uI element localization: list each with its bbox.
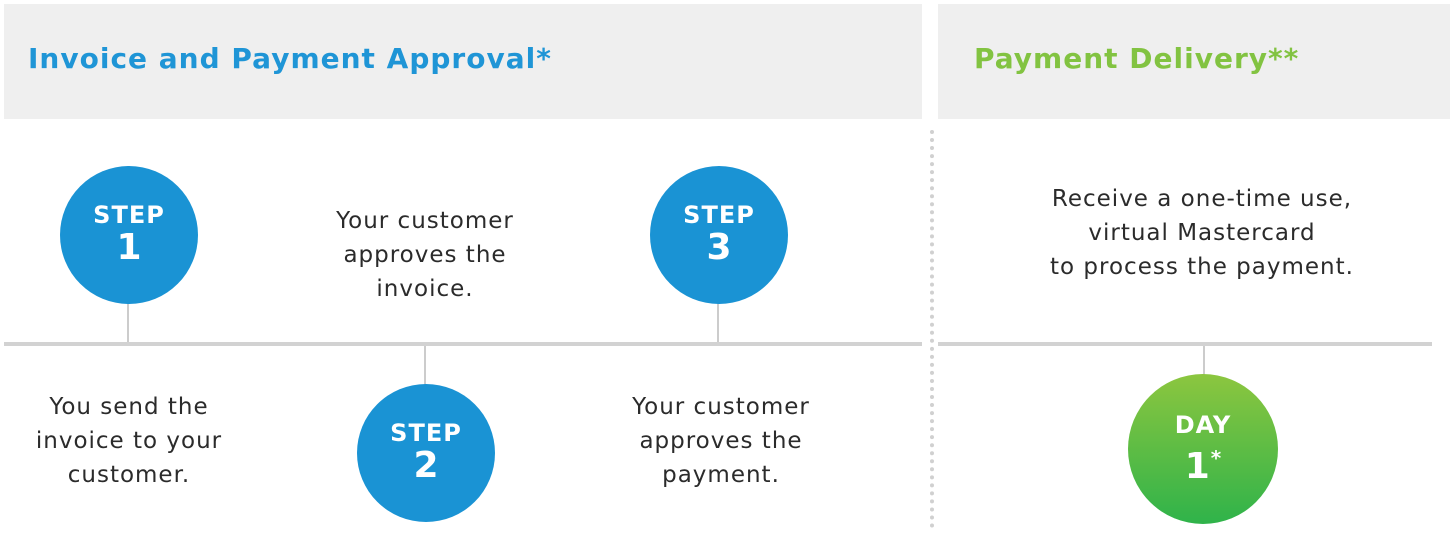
step-3-text-line: approves the [639, 428, 803, 454]
step-2-text-line: Your customer [336, 208, 514, 234]
step-2-word: STEP [390, 419, 462, 447]
approval-timeline [4, 342, 922, 346]
step-1-number: 1 [116, 227, 142, 268]
step-1-connector [127, 300, 129, 342]
delivery-section-title: Payment Delivery** [974, 42, 1300, 75]
delivery-text-line: Receive a one-time use, [1051, 186, 1353, 212]
step-2-number: 2 [413, 445, 439, 486]
day-number-wrap: 1* [1185, 438, 1222, 487]
step-3-text-line: payment. [662, 462, 780, 488]
day-word: DAY [1174, 410, 1232, 439]
step-3-description: Your customer approves the payment. [596, 390, 846, 492]
delivery-text-line: to process the payment. [1050, 254, 1354, 280]
step-1-word: STEP [93, 201, 165, 229]
step-1-text-line: customer. [67, 462, 191, 488]
step-2-connector [424, 346, 426, 388]
step-2-text-line: approves the [343, 242, 507, 268]
delivery-timeline [938, 342, 1432, 346]
step-3-number: 3 [706, 227, 732, 268]
section-divider [930, 130, 934, 528]
step-1-badge: STEP 1 [60, 166, 198, 304]
day-footnote-marker: * [1210, 445, 1222, 470]
step-1-description: You send the invoice to your customer. [4, 390, 254, 492]
step-2-description: Your customer approves the invoice. [300, 204, 550, 306]
delivery-description: Receive a one-time use, virtual Masterca… [1000, 182, 1404, 284]
step-2-badge: STEP 2 [357, 384, 495, 522]
day-1-connector [1203, 346, 1205, 376]
approval-header-band: Invoice and Payment Approval* [4, 4, 922, 119]
step-3-connector [717, 300, 719, 342]
day-1-badge: DAY 1* [1128, 374, 1278, 524]
step-3-badge: STEP 3 [650, 166, 788, 304]
delivery-header-band: Payment Delivery** [938, 4, 1450, 119]
delivery-text-line: virtual Mastercard [1088, 220, 1316, 246]
step-3-text-line: Your customer [632, 394, 810, 420]
step-3-word: STEP [683, 201, 755, 229]
step-1-text-line: You send the [49, 394, 209, 420]
approval-section-title: Invoice and Payment Approval* [28, 42, 552, 75]
step-1-text-line: invoice to your [35, 428, 223, 454]
day-number: 1 [1184, 445, 1210, 487]
step-2-text-line: invoice. [376, 276, 474, 302]
